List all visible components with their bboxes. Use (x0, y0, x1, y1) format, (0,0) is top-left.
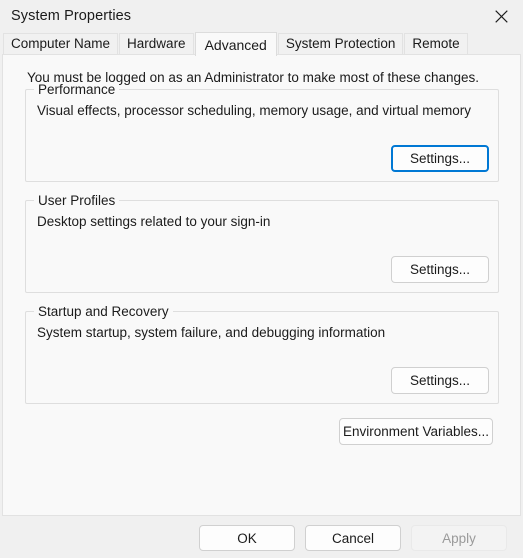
tab-advanced[interactable]: Advanced (194, 32, 277, 56)
tab-label: Advanced (204, 36, 267, 53)
button-label: OK (237, 530, 257, 546)
tab-label: System Protection (285, 36, 396, 52)
footer-button-row: OK Cancel Apply (199, 525, 507, 551)
user-profiles-group: User Profiles Desktop settings related t… (25, 193, 499, 293)
startup-recovery-group: Startup and Recovery System startup, sys… (25, 304, 499, 404)
advanced-tab-panel: You must be logged on as an Administrato… (2, 54, 521, 516)
button-label: Apply (442, 530, 476, 546)
window-title: System Properties (11, 8, 132, 24)
tab-system-protection[interactable]: System Protection (277, 33, 404, 54)
ok-button[interactable]: OK (199, 525, 295, 551)
startup-recovery-settings-button[interactable]: Settings... (391, 367, 489, 394)
dialog-footer: OK Cancel Apply (0, 516, 523, 558)
cancel-button[interactable]: Cancel (305, 525, 401, 551)
button-label: Environment Variables... (342, 424, 490, 439)
user-profiles-group-title: User Profiles (34, 193, 120, 208)
title-bar: System Properties (0, 0, 523, 32)
performance-group-title: Performance (34, 82, 120, 97)
startup-recovery-group-title: Startup and Recovery (34, 304, 173, 319)
tab-computer-name[interactable]: Computer Name (3, 33, 119, 54)
tab-label: Hardware (127, 36, 186, 52)
performance-settings-button[interactable]: Settings... (391, 145, 489, 172)
environment-variables-row: Environment Variables... (339, 418, 493, 445)
environment-variables-button[interactable]: Environment Variables... (339, 418, 493, 445)
button-label: Cancel (331, 530, 375, 546)
tab-hardware[interactable]: Hardware (119, 33, 194, 54)
apply-button: Apply (411, 525, 507, 551)
tab-label: Remote (412, 36, 460, 52)
close-button[interactable] (479, 0, 523, 32)
close-icon (494, 9, 508, 23)
button-label: Settings... (409, 373, 471, 388)
tab-label: Computer Name (11, 36, 111, 52)
performance-group: Performance Visual effects, processor sc… (25, 82, 499, 182)
tab-remote[interactable]: Remote (404, 33, 468, 54)
button-label: Settings... (409, 151, 471, 166)
system-properties-dialog: System Properties Computer Name Hardware… (0, 0, 523, 558)
tab-strip: Computer Name Hardware Advanced System P… (0, 32, 523, 56)
button-label: Settings... (409, 262, 471, 277)
user-profiles-settings-button[interactable]: Settings... (391, 256, 489, 283)
